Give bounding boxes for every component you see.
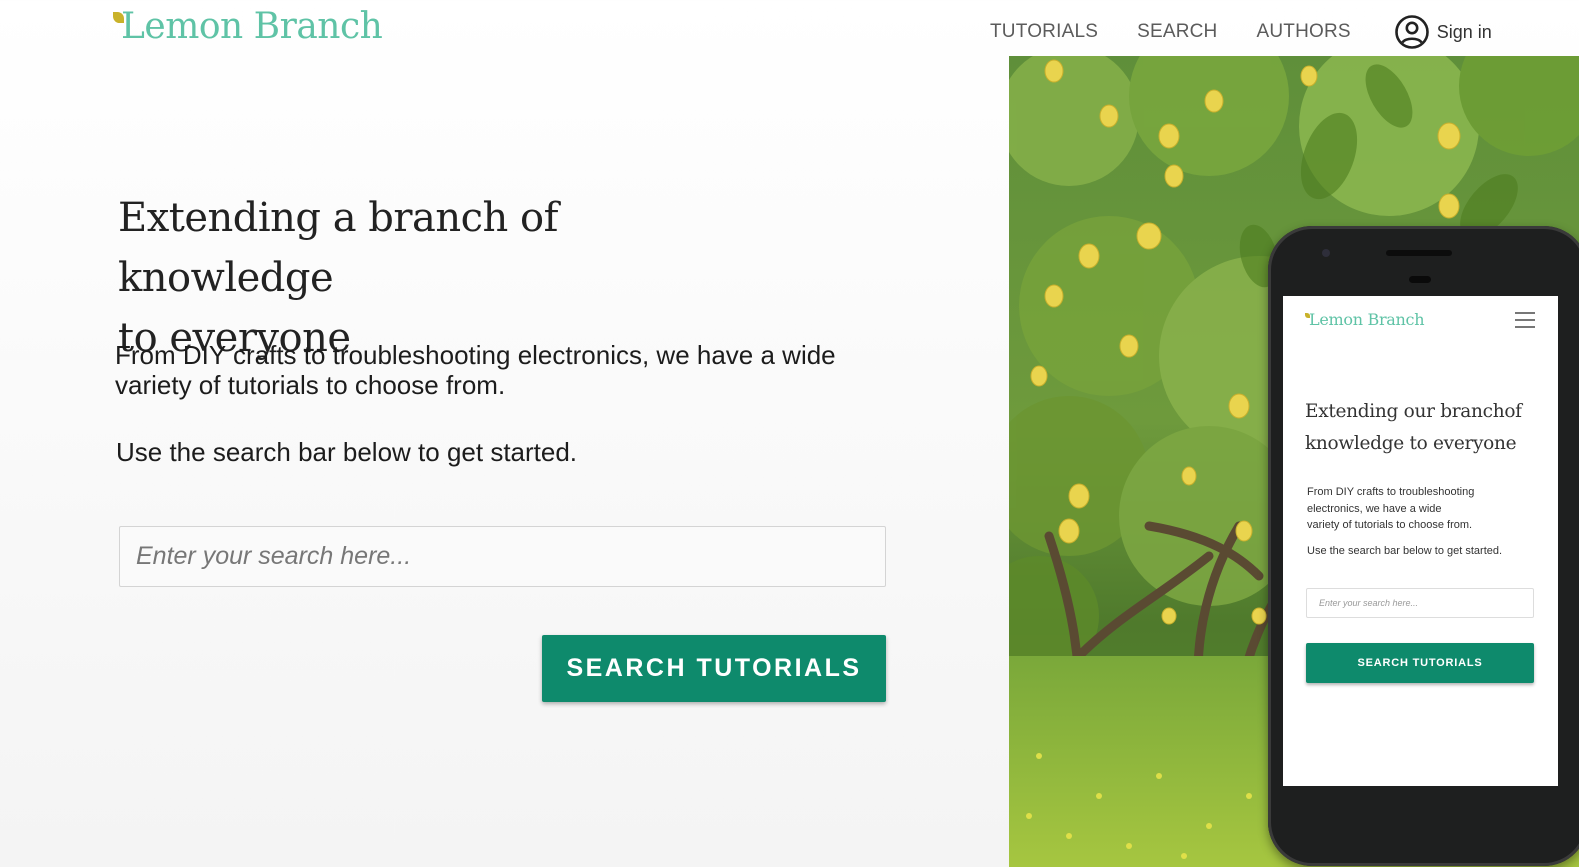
lemon-leaf-icon xyxy=(1305,313,1310,318)
sign-in-label: Sign in xyxy=(1436,21,1492,42)
phone-camera xyxy=(1322,249,1330,257)
sign-in-button[interactable]: Sign in xyxy=(1394,14,1492,50)
nav-tutorials[interactable]: TUTORIALS xyxy=(990,21,1098,43)
main-nav: TUTORIALS SEARCH AUTHORS Sign in xyxy=(990,14,1492,50)
mobile-search-button: SEARCH TUTORIALS xyxy=(1306,643,1534,683)
mobile-brand-name: Lemon Branch xyxy=(1309,310,1425,329)
search-input[interactable] xyxy=(119,526,886,587)
mobile-lead-line3: variety of tutorials to choose from. xyxy=(1307,519,1473,531)
brand-logo[interactable]: Lemon Branch xyxy=(113,6,383,47)
nav-search[interactable]: SEARCH xyxy=(1137,21,1217,43)
hero-instructions: Use the search bar below to get started. xyxy=(116,437,578,467)
mobile-search-input xyxy=(1306,588,1534,618)
lemon-leaf-icon xyxy=(113,12,124,23)
mobile-headline: Extending our branchof knowledge to ever… xyxy=(1305,396,1545,460)
phone-sensor xyxy=(1409,276,1431,283)
search-tutorials-button[interactable]: SEARCH TUTORIALS xyxy=(542,635,886,702)
nav-authors[interactable]: AUTHORS xyxy=(1256,21,1350,43)
mobile-brand-logo: Lemon Branch xyxy=(1305,310,1425,329)
account-circle-icon xyxy=(1394,15,1429,49)
hero-lead: From DIY crafts to troubleshooting elect… xyxy=(115,340,836,400)
brand-name: Lemon Branch xyxy=(121,6,383,47)
mobile-headline-line2: knowledge to everyone xyxy=(1305,433,1517,454)
phone-speaker xyxy=(1386,250,1452,256)
mobile-headline-line1: Extending our branchof xyxy=(1305,401,1522,422)
hamburger-menu-icon xyxy=(1515,312,1535,328)
phone-screen: Lemon Branch Extending our branchof know… xyxy=(1283,296,1558,786)
phone-mockup: Lemon Branch Extending our branchof know… xyxy=(1268,226,1579,866)
mobile-instructions: Use the search bar below to get started. xyxy=(1307,545,1503,557)
mobile-lead-line2: electronics, we have a wide xyxy=(1307,502,1442,515)
mobile-lead: From DIY crafts to troubleshooting elect… xyxy=(1307,484,1547,534)
hero-headline-line1: Extending a branch of knowledge xyxy=(118,195,558,301)
mobile-lead-line1: From DIY crafts to troubleshooting xyxy=(1307,486,1475,498)
